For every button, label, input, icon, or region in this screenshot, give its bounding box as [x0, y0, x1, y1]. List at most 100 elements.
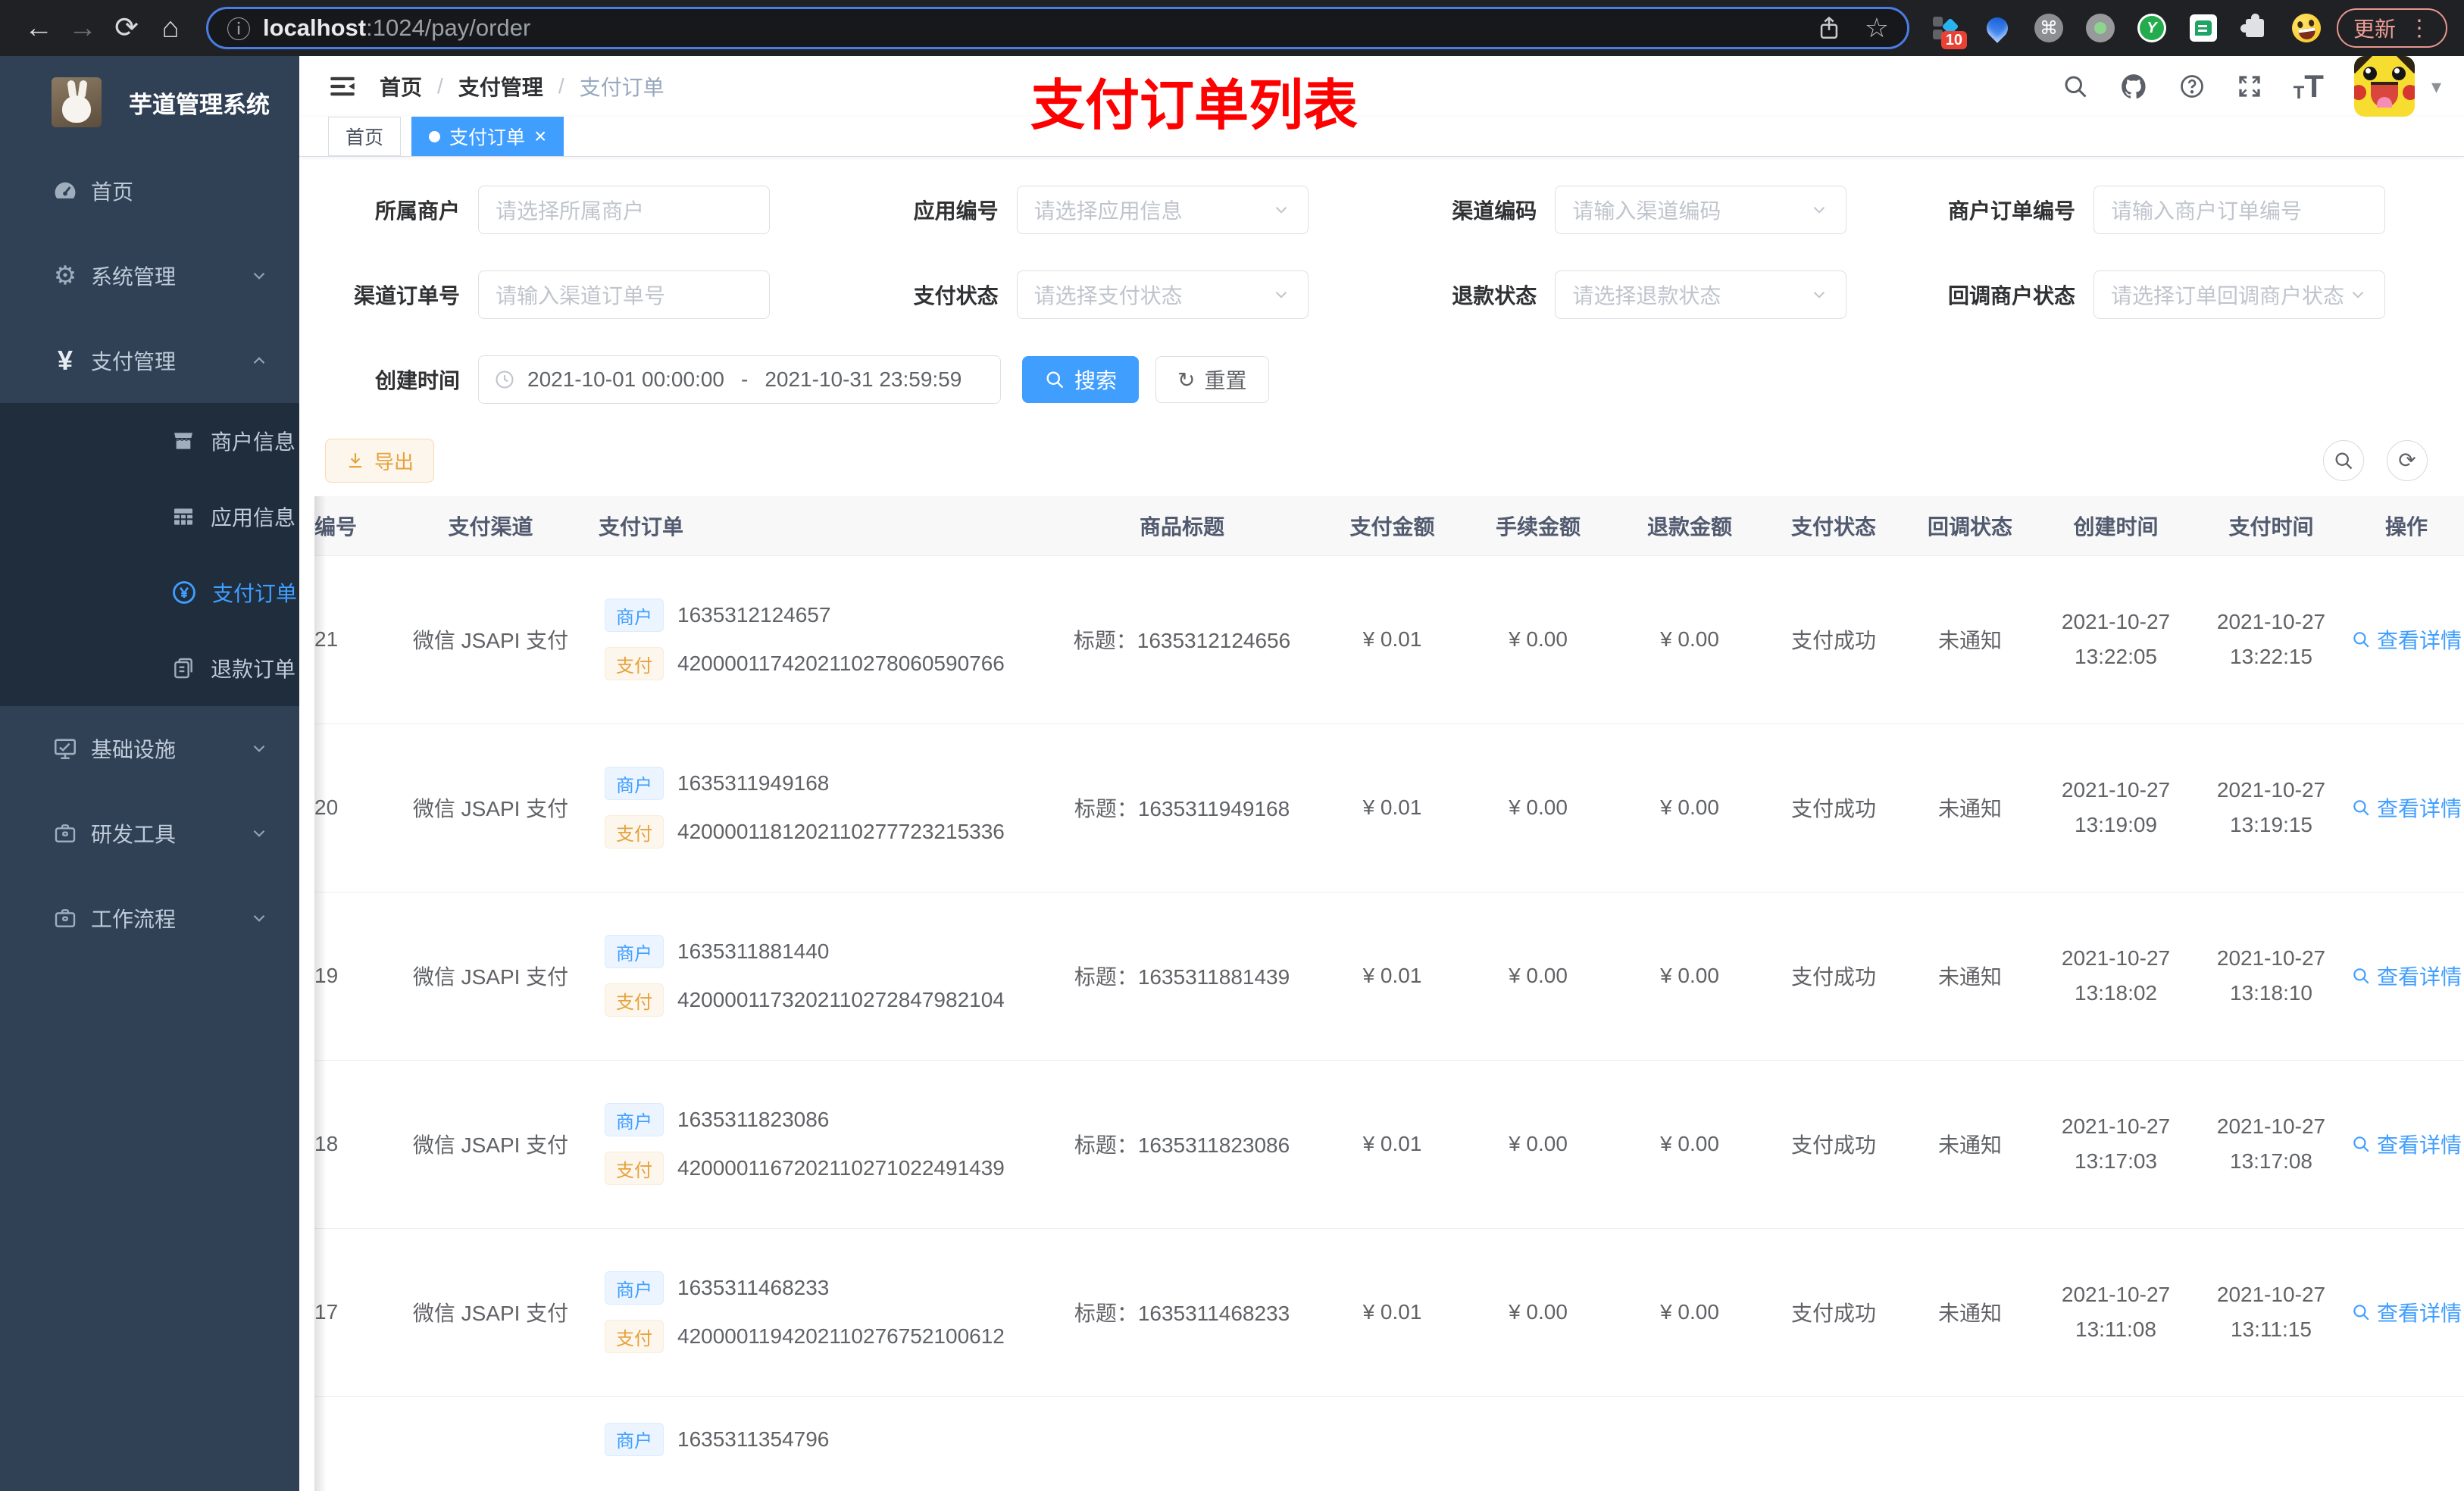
font-size-icon[interactable]: TT: [2294, 70, 2324, 102]
github-icon[interactable]: [2119, 72, 2148, 101]
column-header: 支付时间: [2194, 496, 2349, 556]
command-extension-icon[interactable]: ⌘: [2034, 13, 2064, 43]
help-icon[interactable]: [2178, 73, 2206, 100]
chevron-down-icon: [1271, 200, 1291, 220]
url-host: localhost: [263, 14, 367, 41]
dashboard-icon: [48, 178, 82, 204]
export-button[interactable]: 导出: [325, 439, 435, 483]
merchant-tag: 商户: [605, 1422, 664, 1456]
sidebar-item-label: 应用信息: [211, 506, 296, 530]
page-content: 所属商户 请选择所属商户 应用编号 请选择应用信息 渠道编码 请输入渠道编码 商…: [299, 157, 2464, 1491]
tab-pay-order[interactable]: 支付订单 ×: [411, 117, 564, 156]
shop-icon: [171, 429, 195, 453]
filter-merchant-order-no: 商户订单编号 请输入商户订单编号: [1930, 186, 2419, 234]
refresh-icon: ⟳: [2398, 449, 2416, 472]
bookmark-star-icon[interactable]: ☆: [1865, 12, 1889, 44]
sidebar-item-pay[interactable]: ¥ 支付管理: [0, 318, 299, 403]
refund-status-select[interactable]: 请选择退款状态: [1555, 270, 1847, 319]
breadcrumb-home[interactable]: 首页: [380, 71, 422, 102]
chevron-down-icon: [1809, 285, 1829, 305]
kanban-extension-icon[interactable]: 10: [1931, 13, 1967, 49]
fullscreen-icon[interactable]: [2236, 73, 2263, 100]
browser-reload-icon[interactable]: ⟳: [105, 0, 149, 56]
emoji-profile-icon[interactable]: [2290, 11, 2323, 45]
refresh-icon: ↻: [1177, 367, 1196, 392]
gear-icon: ⚙: [53, 261, 77, 290]
monitor-check-icon: [48, 736, 82, 761]
extensions-row: 10 ⌘ Y: [1931, 11, 2323, 49]
avatar-caret-icon[interactable]: ▾: [2431, 75, 2441, 98]
sidebar-item-infra[interactable]: 基础设施: [0, 706, 299, 791]
create-time-range-picker[interactable]: 2021-10-01 00:00:00 - 2021-10-31 23:59:5…: [478, 355, 1001, 404]
refresh-table-button[interactable]: ⟳: [2387, 440, 2428, 481]
filter-label: 回调商户状态: [1947, 284, 2075, 308]
sidebar-item-devtools[interactable]: 研发工具: [0, 791, 299, 876]
active-tab-dot: [429, 130, 441, 142]
chevron-down-icon: [249, 908, 269, 928]
filter-merchant: 所属商户 请选择所属商户: [314, 186, 803, 234]
sidebar-item-refund-order[interactable]: 退款订单: [0, 630, 299, 706]
filter-channel-order-no: 渠道订单号 请输入渠道订单号: [314, 270, 803, 319]
table-row: 21 微信 JSAPI 支付 商户 1635312124657 支付 4200001…: [314, 555, 2464, 724]
pay-tag: 支付: [605, 815, 664, 849]
view-detail-link[interactable]: 查看详情: [2351, 1297, 2462, 1327]
avatar[interactable]: [2353, 56, 2415, 117]
channel-code-select[interactable]: 请输入渠道编码: [1555, 186, 1847, 234]
close-icon[interactable]: ×: [534, 126, 546, 147]
sidebar-item-system[interactable]: ⚙ 系统管理: [0, 233, 299, 318]
table-toolbar: 导出 ⟳: [314, 439, 2449, 483]
browser-menu-icon[interactable]: ⋮: [2408, 15, 2431, 42]
browser-forward-icon[interactable]: →: [61, 0, 105, 56]
address-bar[interactable]: ⓘ localhost:1024/pay/order ☆: [206, 7, 1909, 49]
sidebar-item-workflow[interactable]: 工作流程: [0, 876, 299, 961]
share-icon[interactable]: [1816, 15, 1842, 41]
browser-home-icon[interactable]: ⌂: [149, 0, 192, 56]
table-row-partial: 商户 1635311354796: [314, 1396, 2464, 1491]
chevron-down-icon: [1271, 285, 1291, 305]
sidebar-item-pay-order[interactable]: 支付订单: [0, 555, 299, 630]
orders-table: 编号 支付渠道 支付订单 商品标题 支付金额 手续金额 退款金额 支付状态 回调…: [314, 496, 2464, 1491]
sidebar-item-home[interactable]: 首页: [0, 148, 299, 233]
sidebar-item-label: 基础设施: [91, 738, 177, 761]
record-extension-icon[interactable]: [2085, 13, 2115, 43]
pay-status-select[interactable]: 请选择支付状态: [1016, 270, 1309, 319]
app-select[interactable]: 请选择应用信息: [1016, 186, 1309, 234]
merchant-order-no-input[interactable]: 请输入商户订单编号: [2093, 186, 2385, 234]
y-extension-icon[interactable]: Y: [2137, 13, 2167, 43]
puzzle-extensions-icon[interactable]: [2240, 13, 2270, 43]
chevron-up-icon: [249, 351, 269, 370]
reset-button[interactable]: ↻ 重置: [1155, 356, 1269, 403]
pay-tag: 支付: [605, 647, 664, 680]
breadcrumb-separator: /: [558, 74, 564, 98]
sidebar-item-app-info[interactable]: 应用信息: [0, 479, 299, 555]
filter-label: 所属商户: [374, 199, 460, 223]
drop-extension-icon[interactable]: [1982, 13, 2012, 43]
merchant-select[interactable]: 请选择所属商户: [478, 186, 770, 234]
column-header: 回调状态: [1902, 496, 2038, 556]
tags-view-bar: 首页 支付订单 ×: [299, 117, 2464, 157]
view-detail-link[interactable]: 查看详情: [2351, 1129, 2462, 1159]
browser-back-icon[interactable]: ←: [17, 0, 61, 56]
table-row: 18 微信 JSAPI 支付 商户 1635311823086 支付 4200001…: [314, 1060, 2464, 1229]
view-detail-link[interactable]: 查看详情: [2351, 792, 2462, 823]
sidebar-item-label: 研发工具: [91, 823, 177, 846]
view-detail-link[interactable]: 查看详情: [2351, 624, 2462, 655]
breadcrumb-pay[interactable]: 支付管理: [458, 71, 543, 102]
app-logo-row[interactable]: 芋道管理系统: [0, 56, 299, 148]
site-info-icon[interactable]: ⓘ: [227, 11, 251, 45]
column-header: 支付订单: [599, 496, 1042, 556]
view-detail-link[interactable]: 查看详情: [2351, 961, 2462, 991]
breadcrumb-current: 支付订单: [579, 76, 664, 99]
search-button[interactable]: 搜索: [1022, 356, 1140, 403]
tab-home[interactable]: 首页: [328, 117, 402, 156]
callback-status-select[interactable]: 请选择订单回调商户状态: [2093, 270, 2385, 319]
sidebar-collapse-icon[interactable]: [327, 70, 360, 103]
date-range-start: 2021-10-01 00:00:00: [527, 367, 724, 391]
url-path: :1024/pay/order: [366, 14, 531, 41]
toggle-search-button[interactable]: [2323, 440, 2364, 481]
chrome-update-button[interactable]: 更新 ⋮: [2336, 8, 2447, 48]
search-icon[interactable]: [2062, 73, 2089, 100]
sidebar-item-merchant-info[interactable]: 商户信息: [0, 403, 299, 479]
channel-order-no-input[interactable]: 请输入渠道订单号: [478, 270, 770, 319]
chat-extension-icon[interactable]: [2188, 13, 2219, 43]
